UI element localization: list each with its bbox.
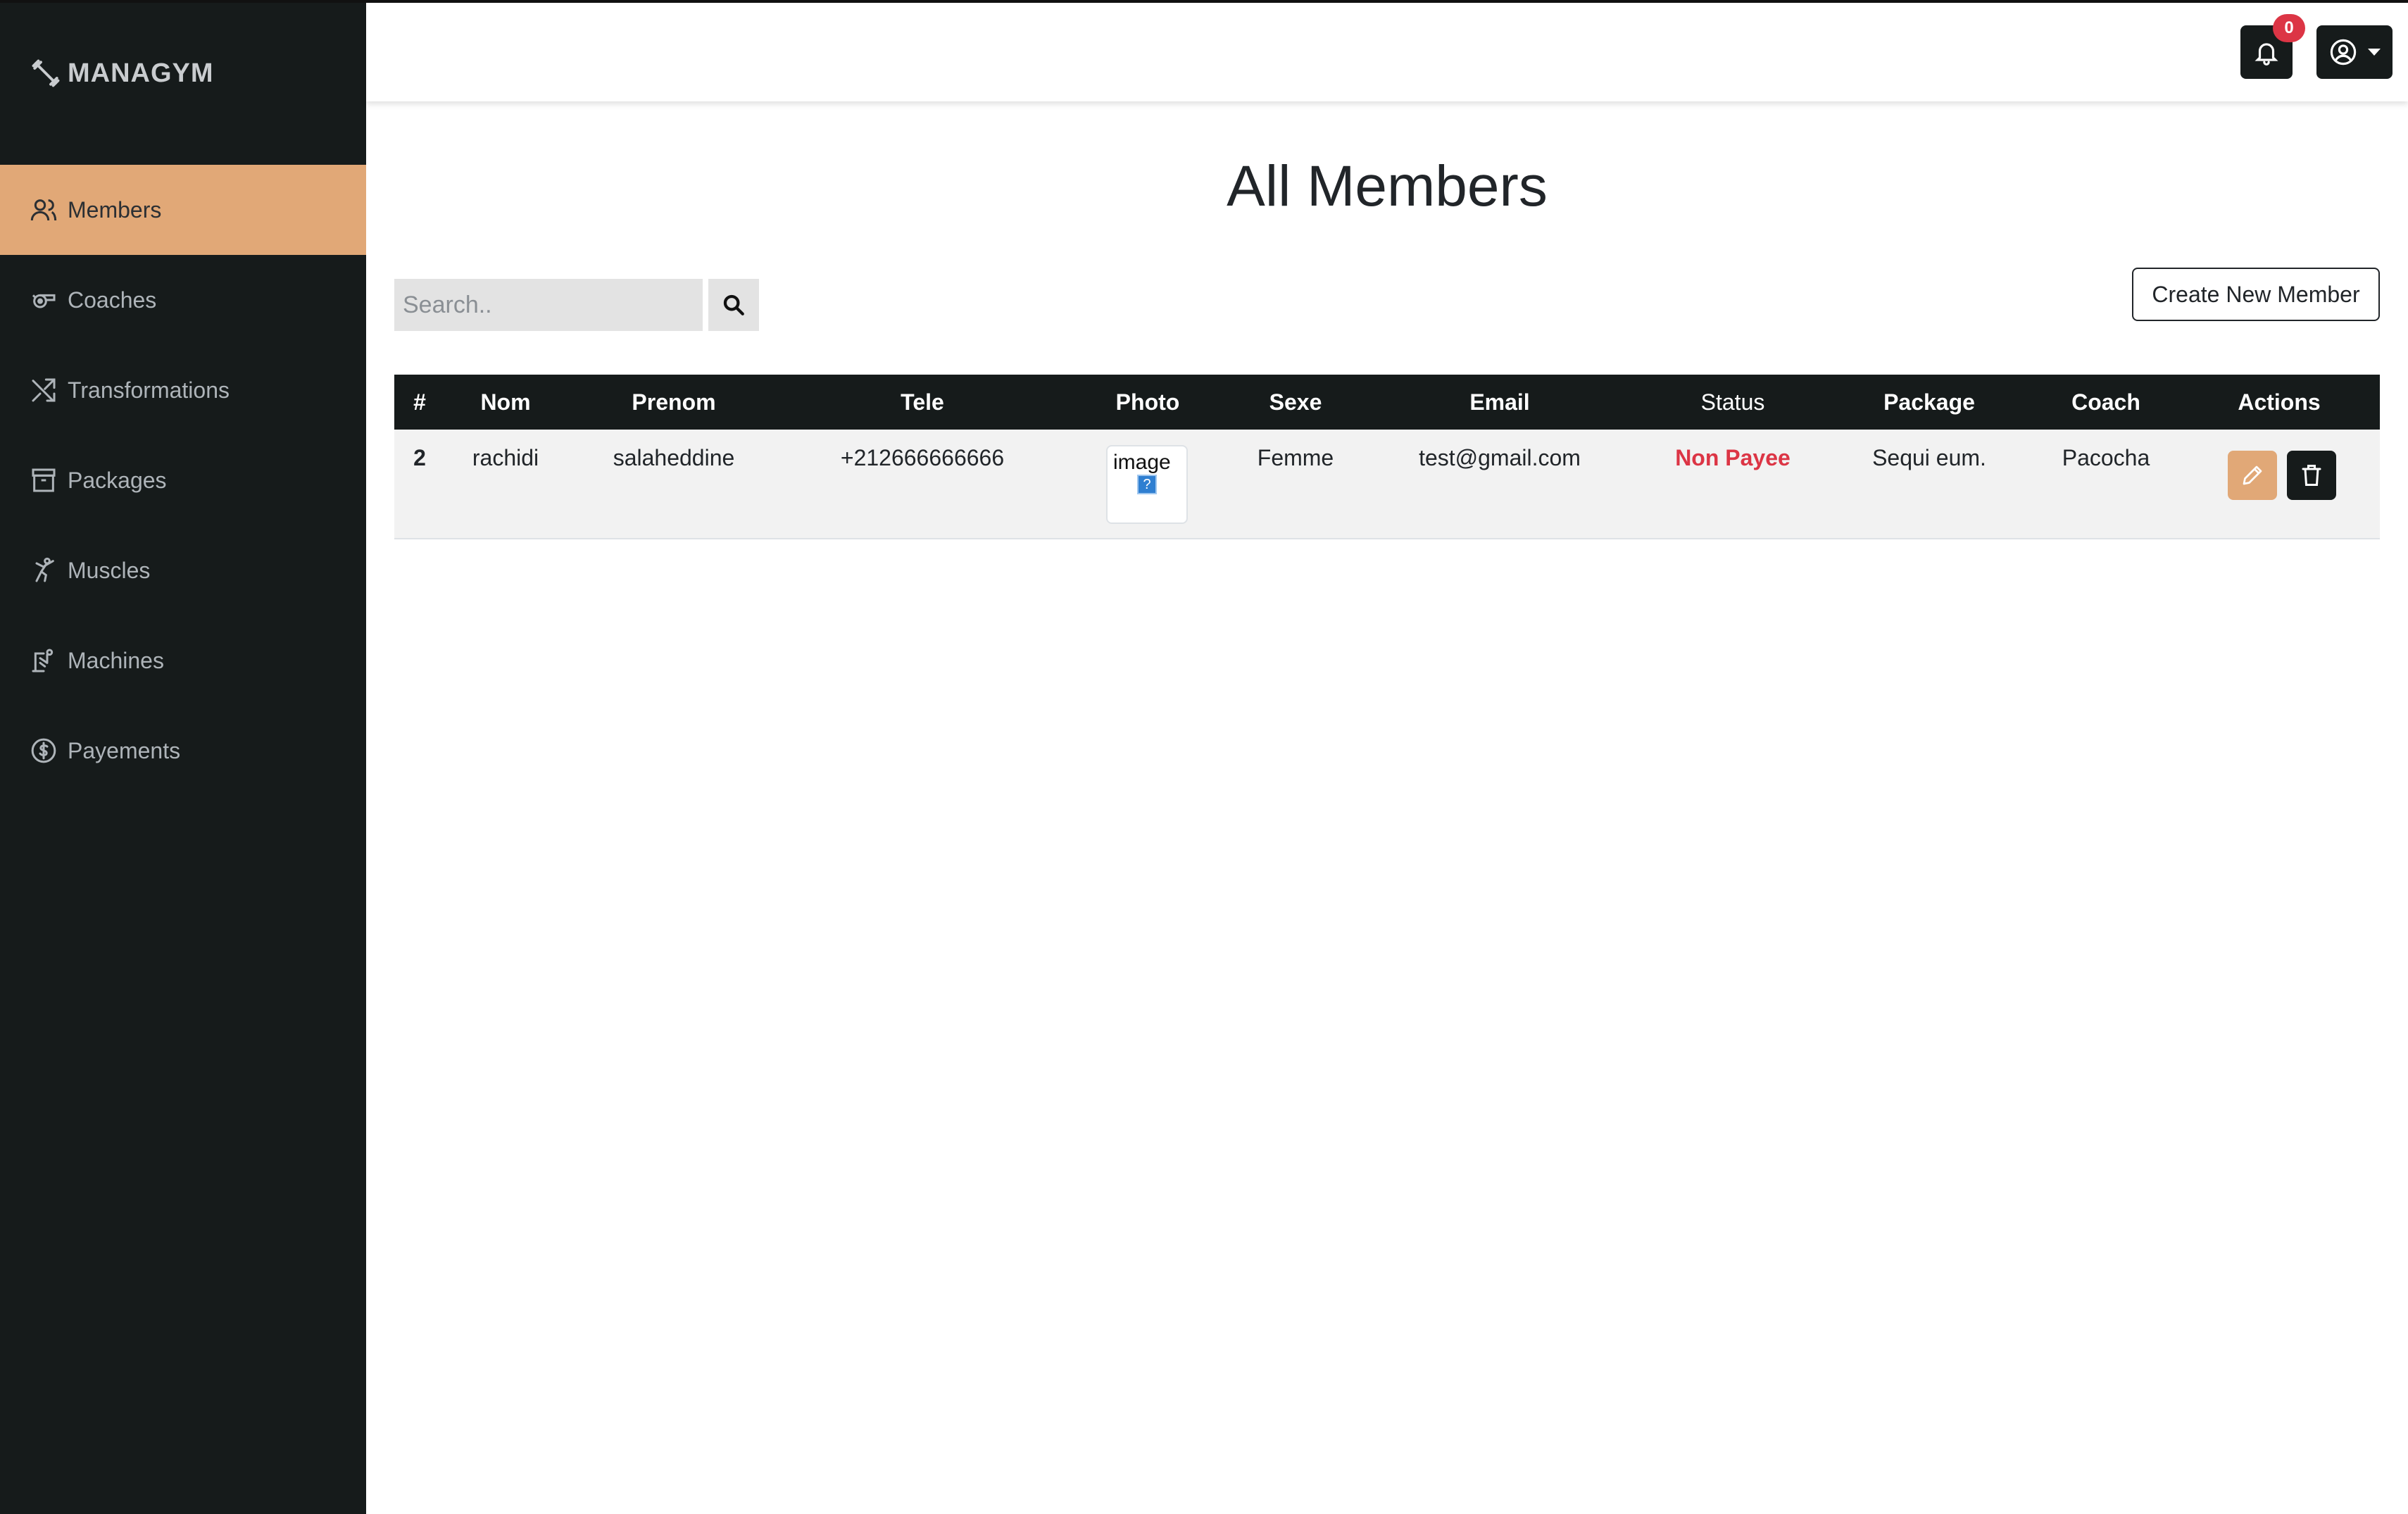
table-header: # Nom Prenom Tele Photo Sexe Email Statu… bbox=[394, 375, 2380, 430]
table-row: 2 rachidi salaheddine +212666666666 imag… bbox=[394, 430, 2380, 539]
bell-icon bbox=[2255, 43, 2278, 65]
members-table: # Nom Prenom Tele Photo Sexe Email Statu… bbox=[394, 375, 2380, 539]
member-nom: rachidi bbox=[472, 444, 539, 470]
column-header-tele: Tele bbox=[901, 389, 944, 415]
workout-machine-icon bbox=[32, 649, 54, 672]
top-border bbox=[0, 0, 2408, 3]
sidebar-item-label: Machines bbox=[68, 647, 164, 673]
sidebar-item-muscles[interactable]: Muscles bbox=[0, 525, 366, 615]
column-header-package: Package bbox=[1883, 389, 1975, 415]
sidebar-item-label: Payements bbox=[68, 737, 181, 763]
page-title: All Members bbox=[1227, 154, 1548, 218]
sidebar-item-payements[interactable]: Payements bbox=[0, 706, 366, 796]
member-coach: Pacocha bbox=[2062, 444, 2150, 470]
column-header-coach: Coach bbox=[2071, 389, 2140, 415]
column-header-number: # bbox=[413, 389, 426, 415]
people-icon bbox=[30, 199, 57, 221]
sidebar-nav: Members Coaches Transformations Packages… bbox=[0, 165, 366, 796]
search-input[interactable] bbox=[394, 279, 703, 331]
edit-member-button[interactable] bbox=[2228, 451, 2277, 500]
sidebar: MANAGYM Members Coaches Transformations … bbox=[0, 0, 366, 1514]
notification-count-badge: 0 bbox=[2273, 14, 2305, 42]
member-status: Non Payee bbox=[1675, 444, 1791, 470]
martial-arts-icon bbox=[35, 557, 54, 582]
column-header-sexe: Sexe bbox=[1269, 389, 1322, 415]
sidebar-item-label: Muscles bbox=[68, 557, 151, 583]
trash-icon bbox=[2302, 465, 2321, 486]
shuffle-icon bbox=[32, 378, 56, 402]
sidebar-item-machines[interactable]: Machines bbox=[0, 615, 366, 706]
pencil-icon bbox=[2243, 465, 2262, 485]
top-header bbox=[366, 3, 2408, 101]
chevron-down-icon bbox=[2368, 49, 2381, 56]
member-tele: +212666666666 bbox=[840, 444, 1005, 470]
column-header-actions: Actions bbox=[2238, 389, 2321, 415]
member-sexe: Femme bbox=[1257, 444, 1334, 470]
column-header-prenom: Prenom bbox=[632, 389, 716, 415]
member-email: test@gmail.com bbox=[1419, 444, 1581, 470]
photo-alt-text: image bbox=[1113, 451, 1171, 474]
column-header-photo: Photo bbox=[1115, 389, 1180, 415]
member-prenom: salaheddine bbox=[613, 444, 735, 470]
sidebar-item-label: Transformations bbox=[68, 377, 230, 403]
sidebar-item-label: Members bbox=[68, 196, 162, 223]
member-id: 2 bbox=[413, 444, 426, 470]
sidebar-item-packages[interactable]: Packages bbox=[0, 435, 366, 525]
dumbbell-icon bbox=[32, 59, 60, 87]
whistle-icon bbox=[32, 294, 56, 308]
brand-name: MANAGYM bbox=[68, 58, 214, 88]
create-member-button[interactable]: Create New Member bbox=[2132, 268, 2380, 321]
search-icon bbox=[723, 294, 744, 315]
column-header-email: Email bbox=[1469, 389, 1530, 415]
search-button[interactable] bbox=[708, 279, 759, 331]
column-header-nom: Nom bbox=[480, 389, 531, 415]
broken-image-icon: ? bbox=[1137, 475, 1157, 494]
member-photo: image ? bbox=[1106, 445, 1188, 524]
sidebar-item-coaches[interactable]: Coaches bbox=[0, 255, 366, 345]
archive-icon bbox=[32, 468, 56, 492]
sidebar-item-label: Packages bbox=[68, 467, 167, 493]
sidebar-item-members[interactable]: Members bbox=[0, 165, 366, 255]
delete-member-button[interactable] bbox=[2287, 451, 2336, 500]
dollar-circle-icon bbox=[31, 738, 56, 763]
sidebar-item-transformations[interactable]: Transformations bbox=[0, 345, 366, 435]
brand-logo[interactable]: MANAGYM bbox=[31, 55, 214, 92]
sidebar-item-label: Coaches bbox=[68, 287, 157, 313]
column-header-status: Status bbox=[1700, 389, 1765, 415]
member-package: Sequi eum. bbox=[1872, 444, 1986, 470]
user-menu-button[interactable] bbox=[2316, 25, 2393, 79]
user-circle-icon bbox=[2330, 39, 2357, 65]
